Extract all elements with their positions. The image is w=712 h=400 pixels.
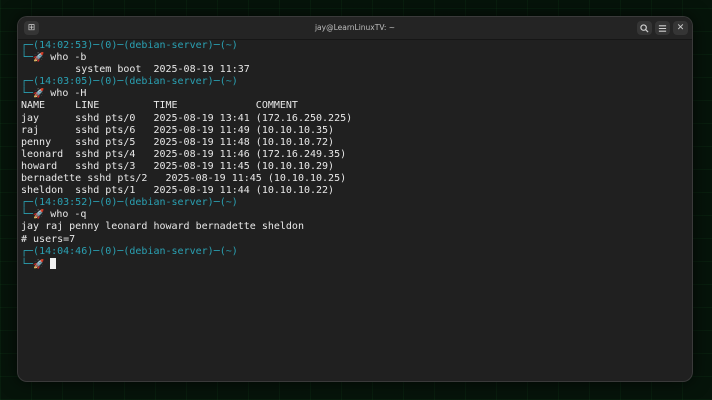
output-line: # users=7: [21, 233, 76, 245]
close-icon: ✕: [676, 23, 685, 33]
output-line: leonard sshd pts/4 2025-08-19 11:46 (172…: [21, 148, 347, 160]
prompt-time: 14:03:05: [39, 76, 88, 88]
prompt-host: debian-server: [129, 245, 208, 257]
title-bar: ⊞ jay@LearnLinuxTV: ~ ✕: [18, 17, 692, 40]
command-line: └─🚀 who -b: [21, 52, 689, 64]
prompt-host: debian-server: [129, 197, 208, 209]
rocket-icon: 🚀: [33, 259, 45, 270]
output-line: penny sshd pts/5 2025-08-19 11:48 (10.10…: [21, 136, 335, 148]
hamburger-menu-icon: [658, 24, 667, 32]
prompt-time: 14:04:46: [39, 245, 88, 257]
prompt-line: ┌─(14:04:46)─(0)─(debian-server)─(~): [21, 246, 689, 258]
output-line: sheldon sshd pts/1 2025-08-19 11:44 (10.…: [21, 185, 335, 197]
terminal-output[interactable]: ┌─(14:02:53)─(0)─(debian-server)─(~) └─🚀 …: [21, 40, 689, 378]
prompt-bracket: )─(: [111, 40, 130, 51]
command-text: who -q: [50, 209, 87, 221]
prompt-line: ┌─(14:03:52)─(0)─(debian-server)─(~): [21, 197, 689, 209]
command-text: who -b: [50, 52, 87, 64]
rocket-icon: 🚀: [33, 53, 45, 64]
prompt-line: ┌─(14:03:05)─(0)─(debian-server)─(~): [21, 76, 689, 88]
search-icon: [640, 23, 649, 33]
prompt-bracket: ): [231, 76, 238, 88]
command-line: └─🚀: [21, 257, 689, 270]
close-button[interactable]: ✕: [673, 21, 688, 35]
rocket-icon: 🚀: [33, 210, 45, 221]
search-button[interactable]: [637, 21, 652, 35]
prompt-bracket: ┌─(: [21, 76, 40, 88]
prompt-bracket: )─(: [87, 197, 106, 209]
command-line: └─🚀 who -H: [21, 88, 689, 100]
prompt-bracket: )─(: [87, 76, 106, 88]
prompt-bracket: )─(: [207, 197, 226, 209]
prompt-time: 14:03:52: [39, 197, 88, 209]
prompt-bracket: )─(: [111, 197, 130, 209]
prompt-bracket: ): [231, 245, 238, 257]
prompt-bracket: )─(: [111, 76, 130, 88]
terminal-window: ⊞ jay@LearnLinuxTV: ~ ✕ ┌─(14:02:53)─(0)…: [18, 17, 692, 381]
output-line: jay raj penny leonard howard bernadette …: [21, 221, 304, 233]
prompt-time: 14:02:53: [39, 40, 88, 51]
command-line: └─🚀 who -q: [21, 209, 689, 221]
command-text: who -H: [50, 88, 87, 100]
prompt-bracket: ┌─(: [21, 40, 40, 51]
prompt-bracket: └─: [21, 209, 34, 221]
prompt-bracket: )─(: [207, 40, 226, 51]
prompt-bracket: └─: [21, 52, 34, 64]
menu-button[interactable]: [655, 21, 670, 35]
prompt-line: ┌─(14:02:53)─(0)─(debian-server)─(~): [21, 40, 689, 52]
prompt-bracket: └─: [21, 88, 34, 100]
prompt-bracket: )─(: [111, 245, 130, 257]
prompt-host: debian-server: [129, 76, 208, 88]
prompt-bracket: )─(: [207, 76, 226, 88]
prompt-bracket: ┌─(: [21, 245, 40, 257]
rocket-icon: 🚀: [33, 89, 45, 100]
prompt-bracket: ┌─(: [21, 197, 40, 209]
prompt-bracket: └─: [21, 258, 34, 270]
window-title: jay@LearnLinuxTV: ~: [314, 23, 396, 32]
prompt-host: debian-server: [129, 40, 208, 51]
output-line: howard sshd pts/3 2025-08-19 11:45 (10.1…: [21, 160, 335, 172]
prompt-bracket: ): [231, 197, 238, 209]
output-line: jay sshd pts/0 2025-08-19 13:41 (172.16.…: [21, 112, 353, 124]
prompt-bracket: )─(: [207, 245, 226, 257]
output-line: raj sshd pts/6 2025-08-19 11:49 (10.10.1…: [21, 124, 335, 136]
output-line: system boot 2025-08-19 11:37: [21, 64, 250, 76]
text-cursor: [50, 257, 57, 269]
prompt-bracket: )─(: [87, 245, 106, 257]
output-line: bernadette sshd pts/2 2025-08-19 11:45 (…: [21, 173, 347, 185]
output-line: NAME LINE TIME COMMENT: [21, 100, 298, 112]
prompt-bracket: )─(: [87, 40, 106, 51]
prompt-bracket: ): [231, 40, 238, 51]
